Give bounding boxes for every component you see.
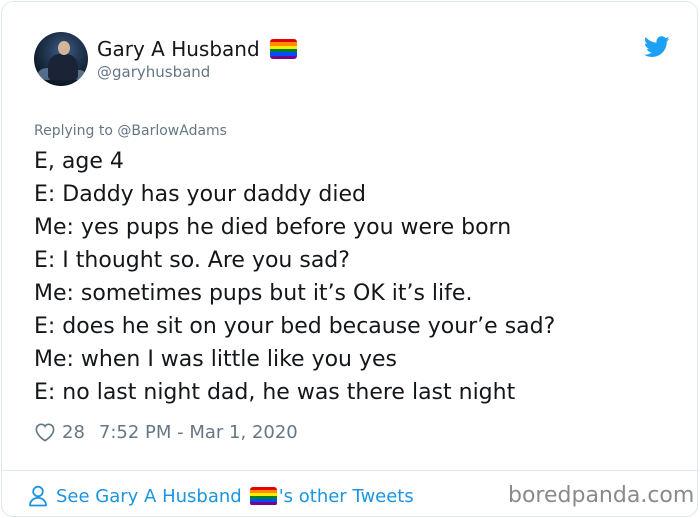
user-handle[interactable]: @garyhusband xyxy=(97,63,210,81)
rainbow-flag-icon xyxy=(269,39,297,59)
tweet-line: E: does he sit on your bed because your’… xyxy=(34,314,556,339)
footer-divider xyxy=(3,470,699,471)
see-other-tweets-prefix: See Gary A Husband xyxy=(56,485,242,507)
replying-to: Replying to @BarlowAdams xyxy=(34,123,227,139)
tweet-line: E: I thought so. Are you sad? xyxy=(34,248,350,273)
tweet-header: Gary A Husband @garyhusband xyxy=(34,32,674,92)
person-icon xyxy=(29,485,47,507)
tweet-line: E, age 4 xyxy=(34,149,124,174)
tweet-text: E, age 4 E: Daddy has your daddy died Me… xyxy=(34,145,674,409)
replying-prefix: Replying to xyxy=(34,123,113,139)
name-row: Gary A Husband xyxy=(97,36,297,62)
tweet-timestamp[interactable]: 7:52 PM - Mar 1, 2020 xyxy=(99,422,298,443)
replying-mention-link[interactable]: @BarlowAdams xyxy=(117,123,227,139)
avatar-detail xyxy=(48,54,78,80)
heart-icon[interactable] xyxy=(34,422,56,442)
display-name[interactable]: Gary A Husband xyxy=(97,37,260,61)
tweet-line: Me: when I was little like you yes xyxy=(34,347,397,372)
see-other-tweets-link[interactable]: See Gary A Husband 's other Tweets xyxy=(28,482,414,510)
watermark: boredpanda.com xyxy=(508,483,695,508)
tweet-line: Me: yes pups he died before you were bor… xyxy=(34,215,512,240)
see-other-tweets-suffix: 's other Tweets xyxy=(278,485,414,507)
tweet-line: Me: sometimes pups but it’s OK it’s life… xyxy=(34,281,473,306)
like-count[interactable]: 28 xyxy=(62,422,85,443)
rainbow-flag-icon xyxy=(249,486,277,506)
avatar-detail xyxy=(58,41,70,55)
tweet-card: Gary A Husband @garyhusband Replying to … xyxy=(1,1,699,517)
twitter-bird-icon[interactable] xyxy=(644,36,670,58)
avatar[interactable] xyxy=(34,32,88,86)
tweet-meta: 28 7:52 PM - Mar 1, 2020 xyxy=(34,418,298,446)
tweet-line: E: Daddy has your daddy died xyxy=(34,182,366,207)
tweet-line: E: no last night dad, he was there last … xyxy=(34,380,516,405)
